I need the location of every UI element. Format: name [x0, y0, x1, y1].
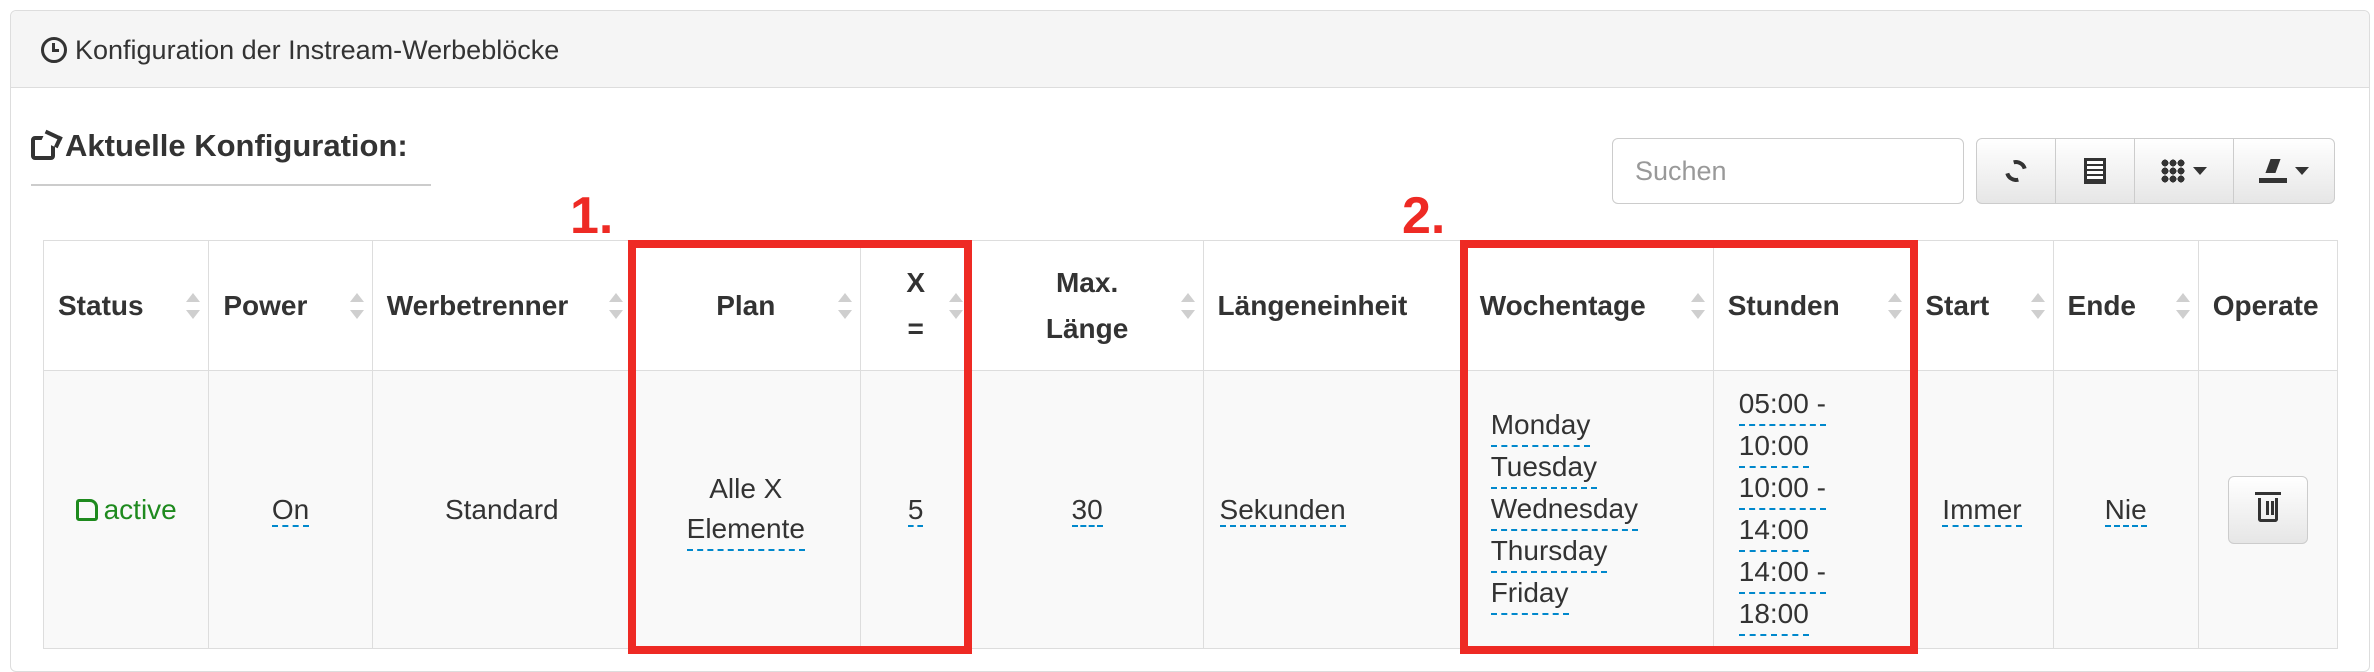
- power-editable[interactable]: On: [271, 493, 310, 527]
- cell-laengeneinheit: Sekunden: [1202, 370, 1466, 649]
- ende-editable[interactable]: Nie: [2104, 493, 2147, 527]
- delete-button[interactable]: [2227, 475, 2308, 544]
- search-input[interactable]: [1612, 138, 1964, 204]
- max-laenge-editable[interactable]: 30: [1071, 493, 1103, 527]
- header-status[interactable]: Status: [42, 240, 210, 371]
- panel-title: Konfiguration der Instream-Werbeblöcke: [41, 35, 559, 66]
- cell-ende: Nie: [2052, 370, 2199, 649]
- grid-icon: [2161, 159, 2185, 183]
- export-dropdown-button[interactable]: [2233, 138, 2335, 204]
- thumbs-up-icon: [75, 498, 98, 521]
- list-icon: [2084, 158, 2106, 184]
- annotation-label-1: 1.: [570, 187, 614, 245]
- columns-dropdown-button[interactable]: [2134, 138, 2234, 204]
- header-start[interactable]: Start: [1910, 240, 2054, 371]
- sort-icon: [1180, 292, 1195, 319]
- panel-title-text: Konfiguration der Instream-Werbeblöcke: [75, 35, 560, 65]
- edit-icon: [31, 136, 55, 160]
- cell-start: Immer: [1910, 370, 2054, 649]
- table-header-row: Status Power Werbetrenner Plan X = Max. Lä…: [42, 240, 2339, 371]
- header-ende[interactable]: Ende: [2052, 240, 2199, 371]
- header-max-laenge[interactable]: Max. Länge: [970, 240, 1204, 371]
- laengeneinheit-editable[interactable]: Sekunden: [1219, 493, 1346, 527]
- table-row: active On Standard Alle X Elemente 5 30 S…: [42, 370, 2339, 649]
- config-table: Status Power Werbetrenner Plan X = Max. Lä…: [42, 240, 2339, 649]
- header-power[interactable]: Power: [208, 240, 373, 371]
- cell-werbetrenner: Standard: [371, 370, 632, 649]
- cell-power: On: [208, 370, 373, 649]
- sort-icon: [186, 292, 201, 319]
- trash-icon: [2254, 491, 2281, 522]
- cell-operate: [2197, 370, 2339, 649]
- start-editable[interactable]: Immer: [1942, 493, 2022, 527]
- header-operate: Operate: [2197, 240, 2339, 371]
- header-werbetrenner[interactable]: Werbetrenner: [371, 240, 632, 371]
- cell-status: active: [42, 370, 210, 649]
- refresh-button[interactable]: [1976, 138, 2056, 204]
- refresh-icon: [2000, 155, 2032, 187]
- cell-max-laenge: 30: [970, 370, 1204, 649]
- sort-icon: [2175, 292, 2190, 319]
- toggle-view-button[interactable]: [2055, 138, 2135, 204]
- section-title-text: Aktuelle Konfiguration:: [65, 128, 408, 163]
- sort-icon: [608, 292, 623, 319]
- annotation-box-1: [628, 240, 972, 654]
- sort-icon: [2030, 292, 2045, 319]
- annotation-label-2: 2.: [1402, 187, 1446, 245]
- chevron-down-icon: [2295, 167, 2309, 175]
- header-laengeneinheit[interactable]: Längeneinheit: [1202, 240, 1466, 371]
- status-badge: active: [75, 494, 177, 525]
- sort-icon: [349, 292, 364, 319]
- chevron-down-icon: [2193, 167, 2207, 175]
- panel-heading: Konfiguration der Instream-Werbeblöcke: [11, 11, 2369, 88]
- annotation-box-2: [1460, 240, 1918, 654]
- section-title: Aktuelle Konfiguration:: [31, 128, 431, 186]
- werbetrenner-value: Standard: [444, 493, 559, 525]
- export-icon: [2259, 159, 2287, 183]
- toolbar-button-group: [1976, 138, 2335, 204]
- clock-icon: [41, 37, 67, 63]
